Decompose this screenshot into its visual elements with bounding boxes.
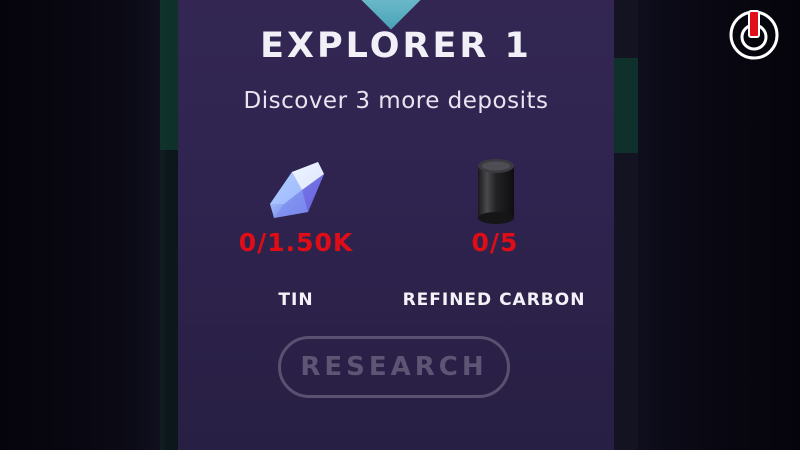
- background-scene-edge: [614, 58, 638, 153]
- background-right: [614, 0, 800, 450]
- tin-amount: 0/1.50K: [238, 228, 354, 257]
- tin-label: TIN: [278, 290, 314, 310]
- research-button[interactable]: RESEARCH: [278, 336, 510, 398]
- carbon-cylinder-icon: [478, 159, 514, 224]
- goal-description: Discover 3 more deposits: [243, 88, 549, 114]
- refined-carbon-amount: 0/5: [471, 228, 519, 257]
- background-left: [0, 0, 178, 450]
- crystal-icon: [270, 162, 324, 218]
- background-scene-edge: [160, 0, 178, 150]
- refined-carbon-label: REFINED CARBON: [402, 290, 586, 310]
- power-icon[interactable]: [728, 9, 780, 61]
- goal-title: EXPLORER 1: [260, 26, 532, 66]
